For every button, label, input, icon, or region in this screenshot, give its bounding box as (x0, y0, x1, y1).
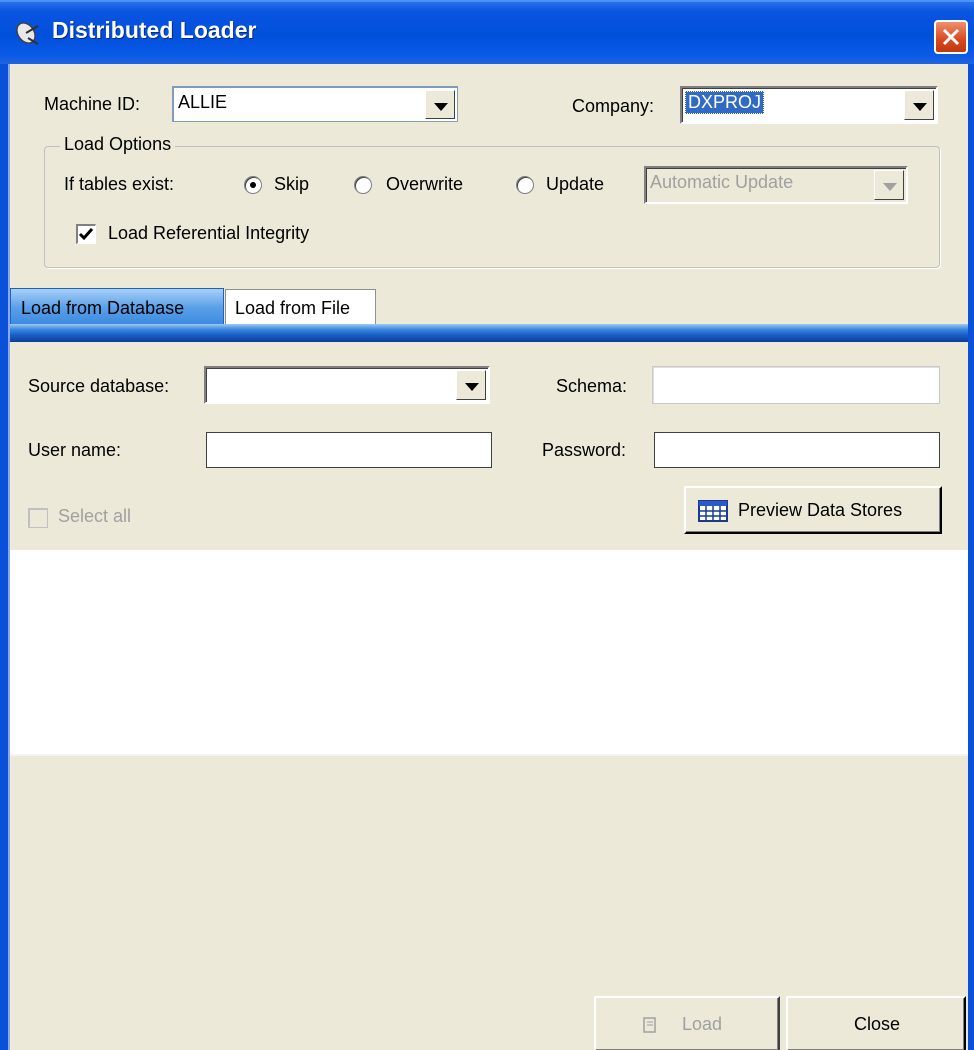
close-label: Close (854, 1014, 901, 1034)
window-frame-right (968, 64, 974, 1050)
tab-load-from-database-label: Load from Database (21, 298, 185, 318)
select-all-checkbox (28, 508, 48, 528)
load-options-group (44, 146, 940, 268)
password-label: Password: (542, 440, 627, 460)
tab-underline (10, 324, 968, 342)
preview-data-stores-button[interactable]: Preview Data Stores (684, 486, 942, 534)
load-label: Load (682, 1014, 723, 1034)
referential-integrity-checkbox[interactable] (76, 224, 96, 244)
source-database-combo[interactable] (204, 366, 490, 404)
radio-update-label[interactable]: Update (546, 174, 604, 195)
if-tables-exist-label: If tables exist: (64, 174, 175, 194)
select-all-label: Select all (58, 506, 132, 526)
company-value: DXPROJ (685, 91, 765, 114)
title-bar[interactable]: Distributed Loader (0, 0, 974, 64)
load-options-legend: Load Options (60, 134, 176, 155)
close-window-button[interactable] (934, 20, 968, 54)
source-database-label: Source database: (28, 376, 170, 396)
tab-load-from-file-label: Load from File (235, 298, 351, 318)
window-title: Distributed Loader (52, 17, 257, 43)
company-label: Company: (572, 96, 655, 116)
preview-data-stores-label: Preview Data Stores (738, 500, 903, 520)
chevron-down-icon[interactable] (456, 370, 486, 400)
referential-integrity-label[interactable]: Load Referential Integrity (108, 223, 309, 244)
password-input[interactable] (654, 432, 940, 468)
window-frame-left (0, 64, 8, 1050)
data-stores-list[interactable] (10, 550, 968, 754)
machine-id-value: ALLIE (178, 92, 228, 112)
update-mode-combo: Automatic Update (644, 166, 908, 204)
close-icon (942, 28, 960, 46)
table-grid-icon (698, 500, 728, 527)
load-icon (642, 1016, 658, 1039)
chevron-down-icon[interactable] (425, 90, 455, 119)
radio-update[interactable] (516, 176, 534, 194)
chevron-down-icon[interactable] (904, 90, 934, 120)
radio-skip-label[interactable]: Skip (274, 174, 309, 195)
machine-id-combo[interactable]: ALLIE (172, 86, 458, 122)
schema-label: Schema: (556, 376, 628, 396)
user-name-input[interactable] (206, 432, 492, 468)
radio-overwrite-label[interactable]: Overwrite (386, 174, 463, 195)
checkmark-icon (78, 228, 94, 241)
radio-overwrite[interactable] (354, 176, 372, 194)
update-mode-value: Automatic Update (650, 172, 794, 192)
load-button: Load (594, 996, 780, 1050)
company-combo[interactable]: DXPROJ (680, 86, 938, 124)
tab-load-from-database[interactable]: Load from Database (10, 288, 224, 326)
satellite-dish-icon (14, 20, 44, 46)
chevron-down-icon (874, 170, 904, 200)
tab-load-from-file[interactable]: Load from File (225, 289, 376, 325)
list-bottom-border (10, 754, 968, 756)
schema-input[interactable] (652, 366, 940, 404)
user-name-label: User name: (28, 440, 122, 460)
machine-id-label: Machine ID: (44, 94, 141, 114)
close-button[interactable]: Close (786, 996, 966, 1050)
radio-skip[interactable] (244, 176, 262, 194)
